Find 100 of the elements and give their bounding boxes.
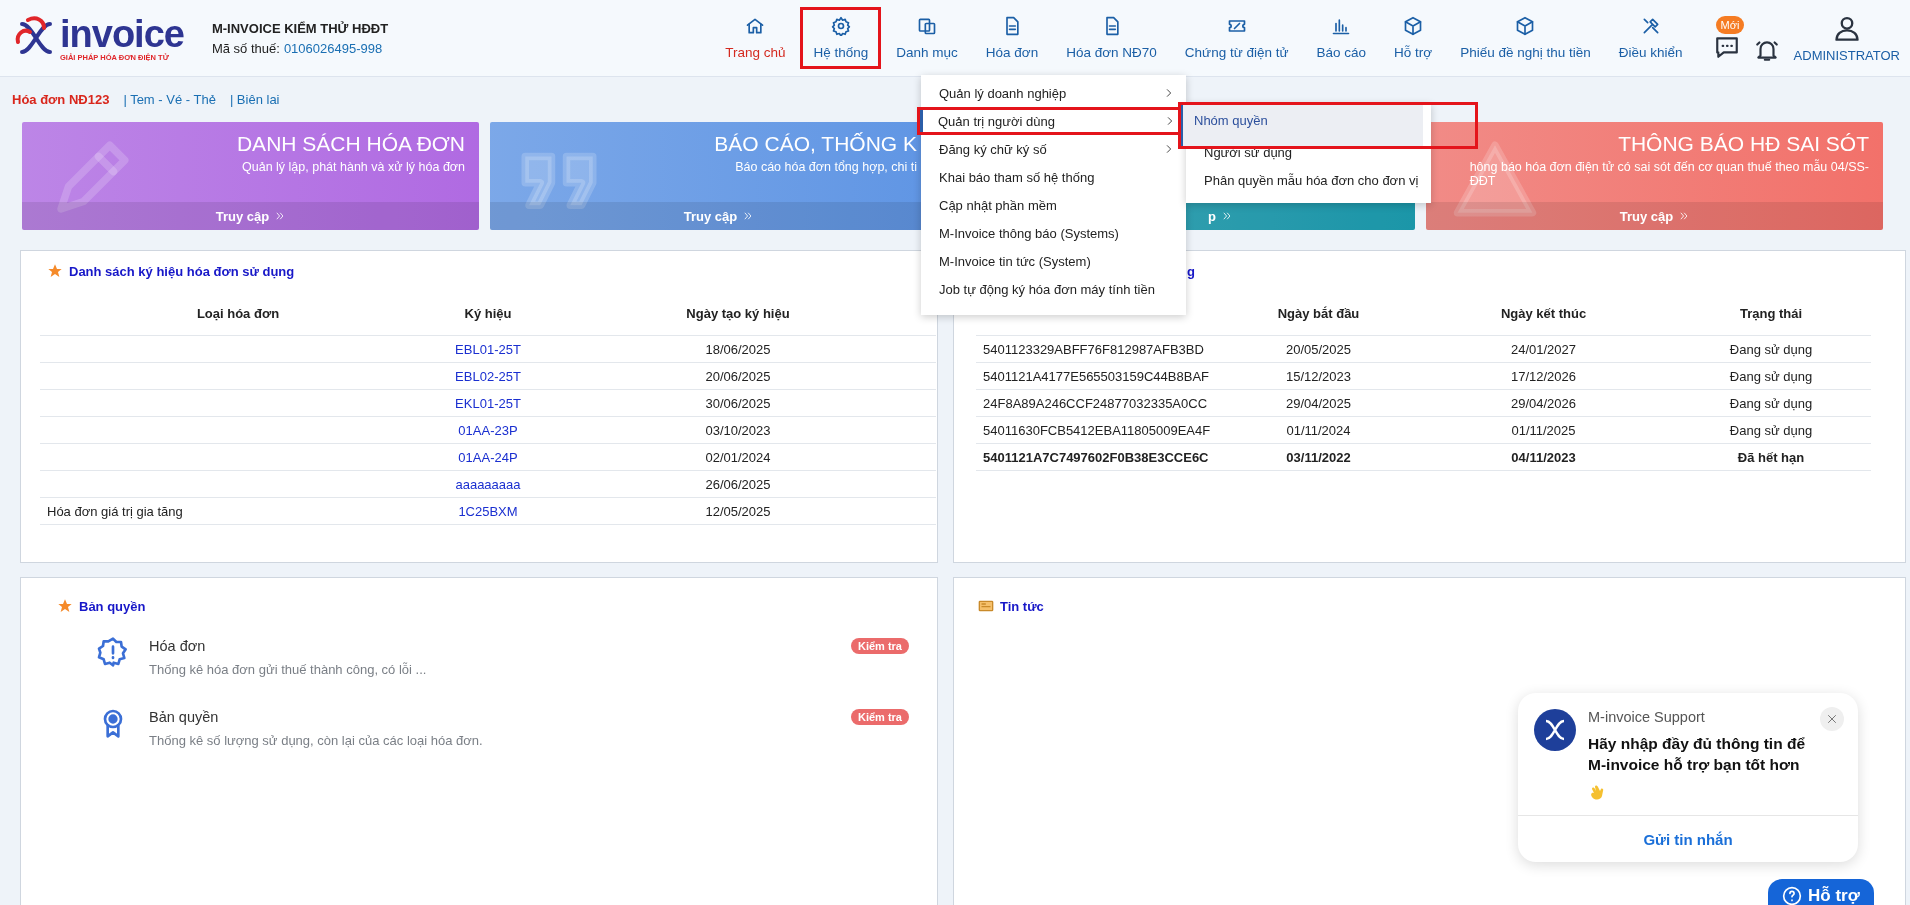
newspaper-icon xyxy=(978,598,994,614)
tax-code: 0106026495-998 xyxy=(283,40,383,56)
panel-title: Bản quyền xyxy=(79,598,146,614)
menu-item[interactable]: Khai báo tham số hệ thống xyxy=(921,163,1186,191)
double-chevron-icon xyxy=(743,211,754,221)
column-header: Ngày bắt đầu xyxy=(1221,291,1416,336)
double-chevron-icon xyxy=(1679,211,1690,221)
home-icon xyxy=(745,16,766,36)
help-icon xyxy=(1782,886,1802,905)
status-cell: Đang sử dụng xyxy=(1729,422,1813,438)
table-cell: 01/11/2024 xyxy=(1286,422,1351,438)
subnav-link[interactable]: | Biên lai xyxy=(229,92,280,107)
access-link[interactable]: Truy cập xyxy=(215,208,286,224)
table-cell: 5401123329ABFF76F812987AFB3BD xyxy=(983,341,1204,357)
nav-item[interactable]: Hóa đơn xyxy=(972,7,1052,69)
help-button[interactable]: Hỗ trợ xyxy=(1768,879,1874,905)
item-title: Hóa đơn xyxy=(149,638,207,654)
table-cell: 29/04/2026 xyxy=(1510,395,1577,411)
status-cell: Đang sử dụng xyxy=(1729,395,1813,411)
table-cell: 20/05/2025 xyxy=(1285,341,1352,357)
table-cell: 18/06/2025 xyxy=(705,341,771,357)
table-cell: 5401121A4177E565503159C44B8BAF xyxy=(983,368,1209,384)
nav-item[interactable]: Trang chủ xyxy=(712,7,799,69)
star-icon xyxy=(47,263,63,279)
company-name: M-INVOICE KIỂM THỬ HĐĐT xyxy=(211,20,389,36)
table-cell: 29/04/2025 xyxy=(1285,395,1352,411)
subnav-link[interactable]: | Tem - Vé - Thẻ xyxy=(123,92,216,107)
table-cell: 03/10/2023 xyxy=(705,422,771,438)
table-cell: 24F8A89A246CCF24877032335A0CC xyxy=(983,395,1208,411)
table-cell: 12/05/2025 xyxy=(705,503,771,519)
sender-name: M-invoice Support xyxy=(1588,709,1705,725)
bar-chart-icon xyxy=(1331,16,1352,36)
nav-item[interactable]: Hóa đơn NĐ70 xyxy=(1053,7,1170,69)
banner-subtitle: hông báo hóa đơn điện tử có sai sót đến cơ quan thuế theo mẫu 04/SS- xyxy=(1469,160,1869,174)
symbol-link[interactable]: 01AA-23P xyxy=(458,422,518,438)
banner-subtitle: Quản lý lập, phát hành và xử lý hóa đơn xyxy=(242,160,465,174)
symbol-link[interactable]: aaaaaaaaa xyxy=(455,476,521,492)
menu-item[interactable]: Cập nhật phần mềm xyxy=(921,191,1186,219)
symbol-link[interactable]: 1C25BXM xyxy=(458,503,518,519)
panel-title: g xyxy=(1187,263,1195,279)
cube-icon xyxy=(1403,16,1424,36)
folders-icon xyxy=(917,16,938,36)
banner-title: THÔNG BÁO HĐ SAI SÓT xyxy=(1618,132,1869,156)
nav-item[interactable]: Chứng từ điện tử xyxy=(1171,7,1302,69)
status-cell: Đang sử dụng xyxy=(1729,368,1813,384)
item-description: Thống kê số lượng sử dụng, còn lại của các loại hóa đơn. xyxy=(149,733,484,748)
status-cell: Đã hết hạn xyxy=(1737,449,1805,465)
nav-item[interactable]: Hỗ trợ xyxy=(1381,7,1446,69)
table-cell: 26/06/2025 xyxy=(705,476,771,492)
table-cell: 17/12/2026 xyxy=(1510,368,1577,384)
submenu-item[interactable]: Phân quyền mẫu hóa đơn cho đơn vị xyxy=(1194,167,1423,193)
nav-item[interactable]: Phiếu đề nghị thu tiền xyxy=(1447,7,1604,69)
banner-subtitle: Báo cáo hóa đơn tổng hợp, chi ti xyxy=(735,160,917,174)
nav-item[interactable]: Hệ thống xyxy=(800,7,882,69)
chevron-right-icon xyxy=(1164,144,1174,154)
symbol-link[interactable]: EBL01-25T xyxy=(455,341,521,357)
nav-item[interactable]: Điều khiển xyxy=(1605,7,1696,69)
star-icon xyxy=(57,598,73,614)
avatar-icon xyxy=(1534,709,1576,751)
tax-label: Mã số thuế: xyxy=(211,40,280,56)
menu-item[interactable]: M-Invoice thông báo (Systems) xyxy=(921,219,1186,247)
panel-title: Danh sách ký hiệu hóa đơn sử dụng xyxy=(69,263,295,279)
table-cell: 5401121A7C7497602F0B38E3CCE6C xyxy=(983,449,1209,465)
send-message-button[interactable]: Gửi tin nhắn xyxy=(1637,829,1739,849)
table-cell: 01/11/2025 xyxy=(1511,422,1576,438)
table-cell: 20/06/2025 xyxy=(705,368,771,384)
nav-item[interactable]: Danh mục xyxy=(883,7,971,69)
status-cell: Đang sử dụng xyxy=(1729,341,1813,357)
symbol-link[interactable]: EKL01-25T xyxy=(455,395,521,411)
banner-title: BÁO CÁO, THỐNG K xyxy=(714,132,917,156)
chevron-right-icon xyxy=(1164,88,1174,98)
column-header: Ký hiệu xyxy=(436,291,540,336)
chevron-right-icon xyxy=(1165,116,1175,126)
nav-item[interactable]: Báo cáo xyxy=(1303,7,1380,69)
close-icon xyxy=(1826,713,1838,725)
table-cell: 30/06/2025 xyxy=(705,395,771,411)
symbol-link[interactable]: 01AA-24P xyxy=(458,449,518,465)
symbol-link[interactable]: EBL02-25T xyxy=(455,368,521,384)
column-header: Ngày kết thúc xyxy=(1416,291,1671,336)
item-title: Bản quyền xyxy=(149,709,220,725)
alert-icon xyxy=(97,636,129,668)
chat-message: Hãy nhập đầy đủ thông tin để M-invoice hỗ trợ bạn tốt hơn xyxy=(1588,734,1806,775)
table-cell: 24/01/2027 xyxy=(1510,341,1577,357)
cube-icon xyxy=(1515,16,1536,36)
user-name[interactable]: ADMINISTRATOR xyxy=(1793,47,1900,63)
submenu-item[interactable]: Nhóm quyền xyxy=(1178,102,1478,149)
logo-wordmark: invoice xyxy=(60,14,184,53)
table-cell: 02/01/2024 xyxy=(705,449,771,465)
new-badge: Mới xyxy=(1715,15,1745,34)
menu-item[interactable]: M-Invoice tin tức (System) xyxy=(921,247,1186,275)
item-description: Thống kê hóa đơn gửi thuế thành công, có lỗi ... xyxy=(149,662,428,677)
table-cell: 15/12/2023 xyxy=(1285,368,1352,384)
double-chevron-icon xyxy=(1221,211,1232,221)
settings-icon xyxy=(830,16,851,36)
table-cell: 54011630FCB5412EBA11805009EA4F xyxy=(983,422,1211,438)
subnav-link[interactable]: Hóa đơn NĐ123 xyxy=(12,92,110,107)
double-chevron-icon xyxy=(275,211,286,221)
close-button[interactable] xyxy=(1820,707,1844,731)
column-header: Loại hóa đơn xyxy=(40,291,436,336)
table-cell: 03/11/2022 xyxy=(1286,449,1351,465)
